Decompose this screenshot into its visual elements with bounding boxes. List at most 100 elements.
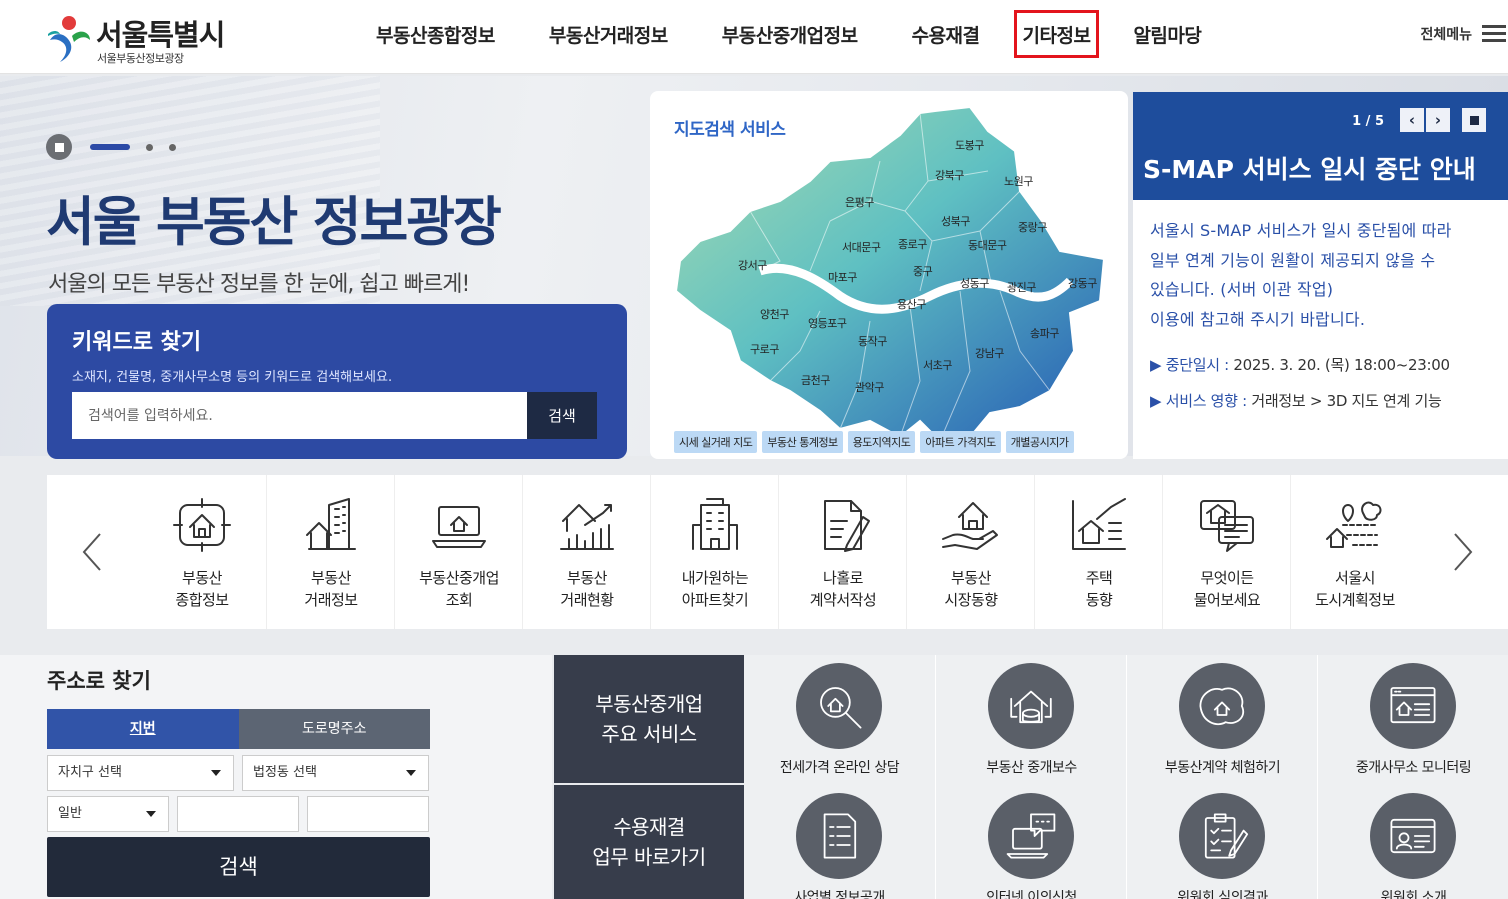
shortcut-next-button[interactable] — [1418, 475, 1508, 629]
service-item-label: 중개사무소 모니터링 — [1355, 760, 1472, 776]
notice-effect-value: 거래정보 > 3D 지도 연계 기능 — [1246, 392, 1442, 410]
district-label[interactable]: 용산구 — [897, 296, 926, 312]
district-label[interactable]: 노원구 — [1004, 173, 1033, 189]
nav-notice-board[interactable]: 알림마당 — [1113, 10, 1221, 58]
shortcut-item[interactable]: 무엇이든 물어보세요 — [1162, 475, 1290, 629]
slide-dot-active[interactable] — [90, 144, 130, 150]
keyword-search-input[interactable] — [72, 392, 527, 439]
hamburger-icon — [1482, 25, 1506, 43]
seoul-district-map[interactable] — [670, 91, 1110, 451]
notice-title[interactable]: S-MAP 서비스 일시 중단 안내 — [1143, 150, 1476, 186]
nav-real-estate-info[interactable]: 부동산종합정보 — [356, 10, 515, 58]
district-label[interactable]: 성동구 — [960, 275, 989, 291]
shortcut-label-line1: 부동산 — [182, 569, 222, 587]
keyword-search-desc: 소재지, 건물명, 중개사무소명 등의 키워드로 검색해보세요. — [72, 370, 393, 385]
nav-brokerage-info[interactable]: 부동산중개업정보 — [702, 10, 878, 58]
map-tag-land-price[interactable]: 개별공시지가 — [1005, 431, 1074, 453]
district-label[interactable]: 강남구 — [975, 345, 1004, 361]
service-item[interactable]: 부동산계약 체험하기 — [1126, 655, 1317, 785]
district-label[interactable]: 동대문구 — [968, 237, 1007, 253]
map-tag-price-map[interactable]: 시세 실거래 지도 — [674, 431, 758, 453]
all-menu-button[interactable]: 전체메뉴 — [1420, 20, 1508, 48]
shortcut-prev-button[interactable] — [47, 475, 137, 629]
district-label[interactable]: 동작구 — [858, 333, 887, 349]
dong-select[interactable]: 법정동 선택 — [242, 755, 429, 791]
shortcut-item[interactable]: 내가원하는 아파트찾기 — [650, 475, 778, 629]
map-tag-statistics[interactable]: 부동산 통계정보 — [762, 431, 843, 453]
keyword-search-button[interactable]: 검색 — [527, 392, 597, 439]
map-tag-apt-price-map[interactable]: 아파트 가격지도 — [920, 431, 1001, 453]
shortcut-item[interactable]: 부동산중개업 조회 — [394, 475, 522, 629]
shortcut-label-line2: 계약서작성 — [809, 591, 877, 609]
district-label[interactable]: 영등포구 — [808, 315, 847, 331]
district-label[interactable]: 마포구 — [828, 269, 857, 285]
service-item[interactable]: 사업별 정보공개 — [744, 785, 935, 899]
shortcut-item[interactable]: 부동산 시장동향 — [906, 475, 1034, 629]
shortcut-item[interactable]: 부동산 종합정보 — [138, 475, 266, 629]
address-search-button[interactable]: 검색 — [47, 837, 430, 897]
nav-expropriation[interactable]: 수용재결 — [892, 10, 1000, 58]
district-label[interactable]: 중랑구 — [1018, 219, 1047, 235]
district-label[interactable]: 강동구 — [1068, 275, 1097, 291]
seoul-logo[interactable]: 서울특별시 서울부동산정보광장 — [46, 10, 246, 66]
notice-next-button[interactable]: › — [1426, 108, 1450, 132]
nav-transaction-info[interactable]: 부동산거래정보 — [529, 10, 688, 58]
shortcut-label: 무엇이든 물어보세요 — [1163, 567, 1291, 611]
seoul-map-shape — [674, 105, 1106, 443]
slide-dot[interactable] — [169, 143, 176, 151]
tab-lot-number[interactable]: 지번 — [47, 709, 239, 749]
service-item[interactable]: 부동산 중개보수 — [935, 655, 1126, 785]
service-item[interactable]: 위원회 심의결과 — [1126, 785, 1317, 899]
district-label[interactable]: 도봉구 — [955, 137, 984, 153]
shortcut-item[interactable]: 서울시 도시계획정보 — [1290, 475, 1418, 629]
district-label[interactable]: 금천구 — [801, 372, 830, 388]
district-select-value: 자치구 선택 — [58, 765, 122, 780]
sub-lot-number-input[interactable] — [307, 796, 429, 832]
shortcut-label-line2: 조회 — [445, 591, 473, 609]
service-item[interactable]: 인터넷 이의신청 — [935, 785, 1126, 899]
stop-icon — [1469, 115, 1479, 125]
house-target-icon — [170, 495, 234, 555]
district-label[interactable]: 중구 — [913, 263, 933, 279]
district-label[interactable]: 서초구 — [923, 357, 952, 373]
document-list-icon — [796, 793, 882, 879]
service-item[interactable]: 전세가격 온라인 상담 — [744, 655, 935, 785]
district-label[interactable]: 성북구 — [941, 213, 970, 229]
service-item[interactable]: 위원회 소개 — [1317, 785, 1508, 899]
shortcut-item[interactable]: 나홀로 계약서작성 — [778, 475, 906, 629]
shortcut-item[interactable]: 부동산 거래정보 — [266, 475, 394, 629]
map-house-icon — [1179, 663, 1265, 749]
district-label[interactable]: 구로구 — [750, 341, 779, 357]
notice-prev-button[interactable]: ‹ — [1400, 108, 1424, 132]
district-label[interactable]: 은평구 — [845, 194, 874, 210]
district-label[interactable]: 강북구 — [935, 167, 964, 183]
shortcut-item[interactable]: 주택 동향 — [1034, 475, 1162, 629]
lot-type-select[interactable]: 일반 — [47, 796, 169, 832]
shortcut-label: 부동산 종합정보 — [138, 567, 266, 611]
notice-date-value: 2025. 3. 20. (목) 18:00~23:00 — [1228, 356, 1450, 374]
site-header: 서울특별시 서울부동산정보광장 부동산종합정보 부동산거래정보 부동산중개업정보… — [0, 0, 1508, 74]
district-select[interactable]: 자치구 선택 — [47, 755, 234, 791]
notice-stop-button[interactable] — [1462, 108, 1486, 132]
notice-body-line: 있습니다. (서버 이관 작업) — [1150, 280, 1334, 299]
district-label[interactable]: 종로구 — [898, 236, 927, 252]
slide-dot[interactable] — [146, 143, 153, 151]
main-nav: 부동산종합정보 부동산거래정보 부동산중개업정보 수용재결 기타정보 알림마당 — [356, 10, 1235, 58]
district-label[interactable]: 송파구 — [1030, 325, 1059, 341]
tab-road-address[interactable]: 도로명주소 — [238, 709, 430, 749]
service-item[interactable]: 중개사무소 모니터링 — [1317, 655, 1508, 785]
district-label[interactable]: 서대문구 — [842, 239, 881, 255]
buildings-icon — [299, 495, 363, 555]
slide-stop-button[interactable] — [46, 134, 72, 160]
district-label[interactable]: 관악구 — [855, 379, 884, 395]
id-card-icon — [1370, 793, 1456, 879]
nav-other-info[interactable]: 기타정보 — [1013, 10, 1100, 58]
district-label[interactable]: 강서구 — [738, 257, 767, 273]
shortcut-item[interactable]: 부동산 거래현황 — [522, 475, 650, 629]
service-item-label: 부동산 중개보수 — [986, 760, 1077, 776]
main-lot-number-input[interactable] — [177, 796, 299, 832]
service-group-label-line1: 수용재결 — [613, 815, 685, 839]
district-label[interactable]: 양천구 — [760, 306, 789, 322]
map-tag-zoning-map[interactable]: 용도지역지도 — [847, 431, 916, 453]
district-label[interactable]: 광진구 — [1007, 279, 1036, 295]
